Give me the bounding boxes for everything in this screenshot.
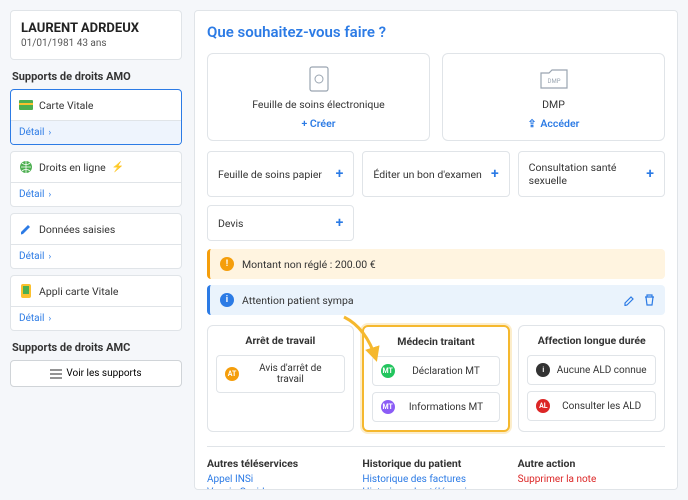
document-icon	[216, 64, 421, 94]
globe-icon	[19, 160, 33, 174]
voir-supports-button[interactable]: Voir les supports	[10, 360, 182, 387]
card-dmp: DMP DMP ⇪Accéder	[442, 53, 665, 141]
tile-sante-sexuelle[interactable]: Consultation santé sexuelle+	[518, 151, 665, 197]
panel-title: Affection longue durée	[527, 334, 656, 347]
link-appel-insi[interactable]: Appel INSi	[207, 474, 354, 485]
sidebar: LAURENT ADRDEUX 01/01/1981 43 ans Suppor…	[10, 10, 182, 490]
detail-link[interactable]: Détail›	[11, 120, 181, 144]
amo-section-title: Supports de droits AMO	[10, 70, 182, 83]
card-label: DMP	[451, 98, 656, 111]
btn-informations-mt[interactable]: MTInformations MT	[372, 392, 501, 422]
footer-col-teleservices: Autres téléservices Appel INSi Vaccin Co…	[207, 457, 354, 490]
patient-card: LAURENT ADRDEUX 01/01/1981 43 ans	[10, 10, 182, 60]
plus-icon: +	[491, 166, 499, 182]
warning-icon: !	[220, 257, 234, 271]
card-fse: Feuille de soins électronique + Créer	[207, 53, 430, 141]
support-label: Droits en ligne	[39, 161, 106, 174]
support-appli-carte-vitale[interactable]: Appli carte Vitale Détail›	[10, 275, 182, 331]
card-icon	[19, 98, 33, 112]
create-button[interactable]: + Créer	[216, 117, 421, 130]
patient-name: LAURENT ADRDEUX	[21, 21, 171, 36]
alert-text: Attention patient sympa	[242, 294, 354, 307]
panel-arret-travail: Arrêt de travail ATAvis d'arrêt de trava…	[207, 325, 354, 432]
bolt-icon: ⚡	[112, 162, 124, 173]
info-icon: i	[220, 293, 234, 307]
dot-icon: MT	[381, 400, 395, 414]
tile-bon-examen[interactable]: Éditer un bon d'examen+	[362, 151, 509, 197]
svg-text:DMP: DMP	[547, 78, 560, 85]
panel-ald: Affection longue durée iAucune ALD connu…	[518, 325, 665, 432]
dot-icon: i	[536, 363, 550, 377]
footer-title: Autre action	[518, 457, 665, 470]
chevron-right-icon: ›	[48, 128, 51, 138]
footer: Autres téléservices Appel INSi Vaccin Co…	[207, 446, 665, 490]
edit-icon[interactable]	[624, 294, 636, 306]
link-supprimer-note[interactable]: Supprimer la note	[518, 474, 665, 485]
btn-avis-arret[interactable]: ATAvis d'arrêt de travail	[216, 355, 345, 393]
link-vaccin-covid[interactable]: Vaccin Covid	[207, 487, 354, 490]
plus-icon: +	[336, 166, 344, 182]
support-donnees-saisies[interactable]: Données saisies Détail›	[10, 213, 182, 269]
access-button[interactable]: ⇪Accéder	[451, 117, 656, 130]
support-droits-en-ligne[interactable]: Droits en ligne ⚡ Détail›	[10, 151, 182, 207]
tile-fsp[interactable]: Feuille de soins papier+	[207, 151, 354, 197]
patient-info: 01/01/1981 43 ans	[21, 38, 171, 49]
panel-title: Arrêt de travail	[216, 334, 345, 347]
panel-medecin-traitant: Médecin traitant MTDéclaration MT MTInfo…	[362, 325, 511, 432]
main-title: Que souhaitez-vous faire ?	[207, 23, 665, 41]
alert-text: Montant non réglé : 200.00 €	[242, 258, 376, 271]
chevron-right-icon: ›	[48, 252, 51, 262]
footer-col-actions: Autre action Supprimer la note	[518, 457, 665, 490]
chevron-right-icon: ›	[48, 314, 51, 324]
trash-icon[interactable]	[644, 294, 655, 306]
app-icon	[19, 284, 33, 298]
btn-ald-none[interactable]: iAucune ALD connue	[527, 355, 656, 385]
detail-link[interactable]: Détail›	[11, 244, 181, 268]
support-carte-vitale[interactable]: Carte Vitale Détail›	[10, 89, 182, 145]
pencil-icon	[19, 222, 33, 236]
tile-devis[interactable]: Devis+	[207, 205, 354, 241]
detail-link[interactable]: Détail›	[11, 306, 181, 330]
support-label: Données saisies	[39, 223, 115, 236]
upload-icon: ⇪	[528, 117, 537, 130]
dot-icon: AT	[225, 367, 239, 381]
folder-icon: DMP	[451, 64, 656, 94]
alert-unpaid: ! Montant non réglé : 200.00 €	[207, 249, 665, 279]
footer-title: Historique du patient	[362, 457, 509, 470]
plus-icon: +	[646, 166, 654, 182]
dot-icon: MT	[381, 364, 395, 378]
footer-title: Autres téléservices	[207, 457, 354, 470]
list-icon	[50, 369, 62, 379]
footer-col-historique: Historique du patient Historique des fac…	[362, 457, 509, 490]
detail-link[interactable]: Détail›	[11, 182, 181, 206]
btn-consulter-ald[interactable]: ALConsulter les ALD	[527, 391, 656, 421]
amc-section-title: Supports de droits AMC	[10, 341, 182, 354]
plus-icon: +	[336, 215, 344, 231]
link-histo-teleservices[interactable]: Historique des téléservices	[362, 487, 509, 490]
dot-icon: AL	[536, 399, 550, 413]
btn-declaration-mt[interactable]: MTDéclaration MT	[372, 356, 501, 386]
link-histo-factures[interactable]: Historique des factures	[362, 474, 509, 485]
support-label: Appli carte Vitale	[39, 285, 119, 298]
card-label: Feuille de soins électronique	[216, 98, 421, 111]
panel-title: Médecin traitant	[372, 335, 501, 348]
chevron-right-icon: ›	[48, 190, 51, 200]
main-panel: Que souhaitez-vous faire ? Feuille de so…	[194, 10, 678, 490]
alert-note: i Attention patient sympa	[207, 285, 665, 315]
support-label: Carte Vitale	[39, 99, 93, 112]
